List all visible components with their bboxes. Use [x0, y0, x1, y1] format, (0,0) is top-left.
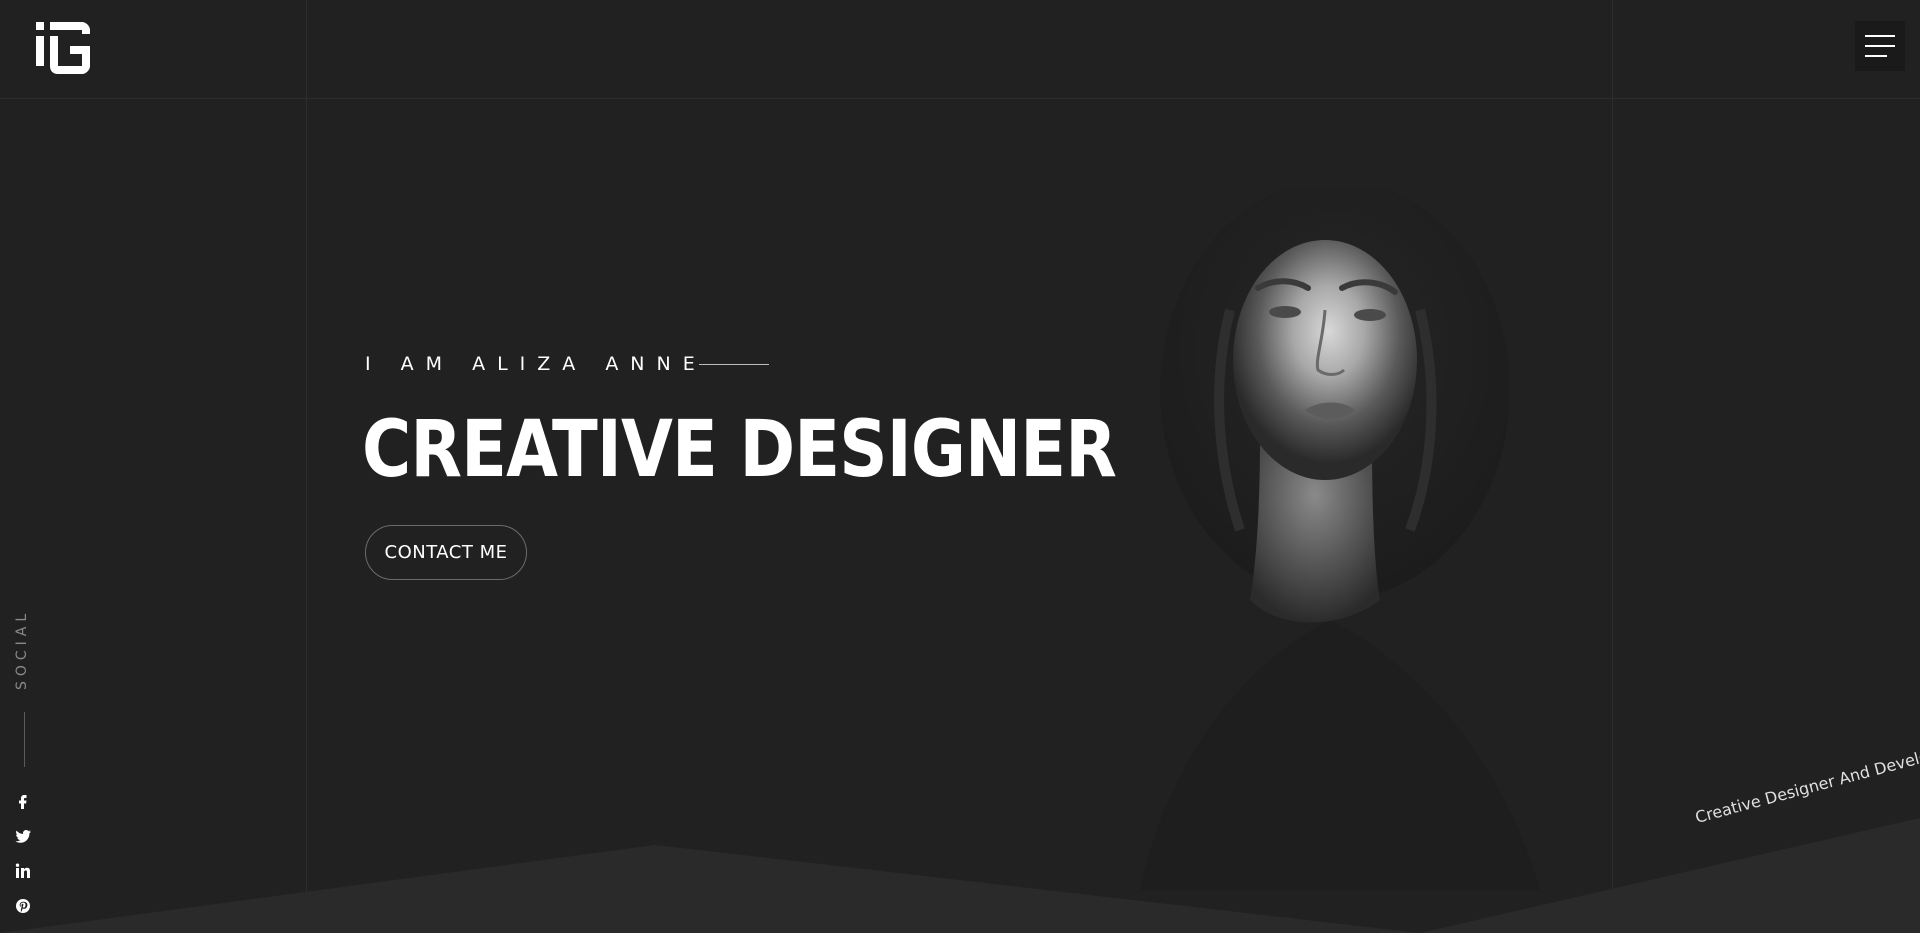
pinterest-icon[interactable] — [12, 895, 34, 917]
twitter-icon[interactable] — [12, 825, 34, 847]
hero-intro-text: I AM ALIZA ANNE — [365, 353, 707, 375]
contact-me-button[interactable]: CONTACT ME — [365, 525, 527, 580]
grid-line-left — [306, 0, 307, 933]
social-divider — [24, 712, 25, 767]
hero-title: CREATIVE DESIGNER — [362, 405, 1117, 495]
ig-monogram-logo[interactable] — [36, 22, 90, 74]
hero-page: I AM ALIZA ANNE CREATIVE DESIGNER CONTAC… — [0, 0, 1920, 933]
portrait-image — [1140, 190, 1540, 890]
social-links — [12, 790, 34, 930]
hero-intro: I AM ALIZA ANNE — [365, 350, 769, 378]
header-divider — [0, 98, 1920, 99]
intro-dash — [698, 363, 769, 365]
social-label: SOCIAL — [14, 608, 30, 690]
linkedin-icon[interactable] — [12, 860, 34, 882]
tagline: Creative Designer And Developer — [1693, 739, 1920, 827]
menu-button[interactable] — [1855, 21, 1905, 71]
facebook-icon[interactable] — [12, 790, 34, 812]
